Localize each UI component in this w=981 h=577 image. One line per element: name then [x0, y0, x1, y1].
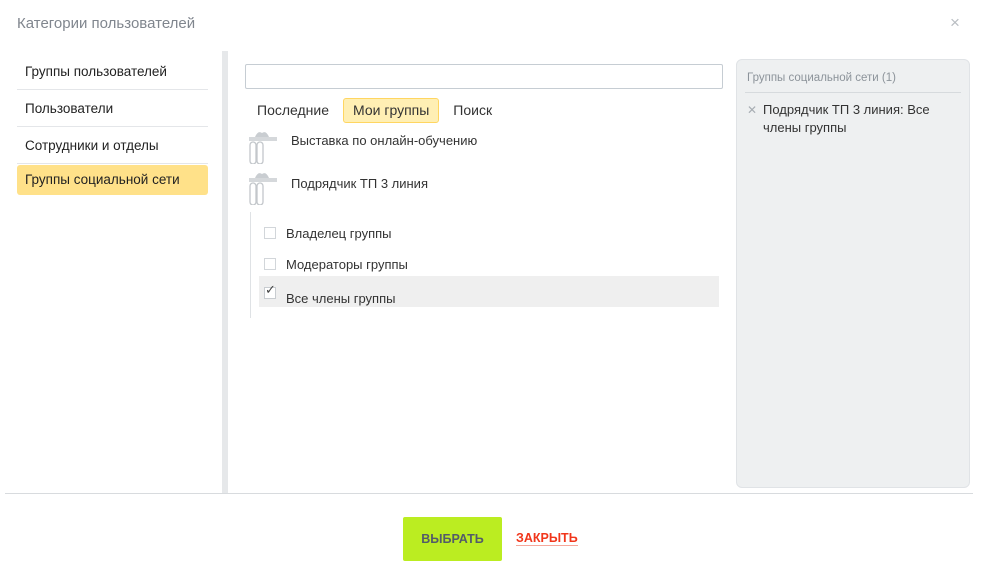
checkbox-checked[interactable]: ✓ — [264, 283, 276, 299]
footer-divider — [5, 493, 973, 494]
role-label: Модераторы группы — [286, 257, 408, 272]
checkmark-icon: ✓ — [265, 282, 276, 297]
nav-item-user-groups[interactable]: Группы пользователей — [17, 53, 208, 90]
group-roles: Владелец группы Модераторы группы ✓ Все … — [250, 212, 719, 318]
group-name: Выставка по онлайн-обучению — [291, 133, 478, 148]
group-name: Подрядчик ТП 3 линия — [291, 176, 428, 191]
checkbox[interactable] — [264, 258, 276, 270]
search-input[interactable] — [245, 64, 723, 89]
nav-divider — [222, 51, 228, 493]
close-icon[interactable]: × — [950, 14, 960, 31]
divider — [745, 92, 961, 93]
group-icon — [249, 171, 277, 206]
close-link[interactable]: ЗАКРЫТЬ — [516, 531, 578, 546]
category-nav: Группы пользователей Пользователи Сотруд… — [17, 53, 211, 200]
selected-title: Группы социальной сети (1) — [747, 72, 896, 84]
dialog-title: Категории пользователей — [17, 15, 196, 32]
checkbox[interactable] — [264, 227, 276, 239]
select-button[interactable]: ВЫБРАТЬ — [403, 517, 502, 561]
tab-bar: Последние Мои группы Поиск — [247, 98, 506, 123]
selected-item: Подрядчик ТП 3 линия: Все члены группы — [763, 102, 930, 135]
nav-item-social-groups[interactable]: Группы социальной сети — [17, 165, 208, 195]
selected-panel: Группы социальной сети (1) ✕ Подрядчик Т… — [736, 59, 970, 488]
tab-search[interactable]: Поиск — [443, 98, 502, 123]
role-label: Владелец группы — [286, 226, 392, 241]
nav-item-employees-departments[interactable]: Сотрудники и отделы — [17, 127, 208, 164]
nav-item-users[interactable]: Пользователи — [17, 90, 208, 127]
role-all-members[interactable]: ✓ Все члены группы — [259, 276, 719, 307]
group-item[interactable]: Выставка по онлайн-обучению — [249, 130, 549, 165]
remove-icon[interactable]: ✕ — [747, 103, 757, 117]
group-item[interactable]: Подрядчик ТП 3 линия — [249, 171, 499, 206]
role-owner[interactable]: Владелец группы — [259, 218, 719, 249]
tab-recent[interactable]: Последние — [247, 98, 339, 123]
tab-my-groups[interactable]: Мои группы — [343, 98, 440, 123]
group-icon — [249, 130, 277, 165]
role-label: Все члены группы — [286, 291, 396, 306]
